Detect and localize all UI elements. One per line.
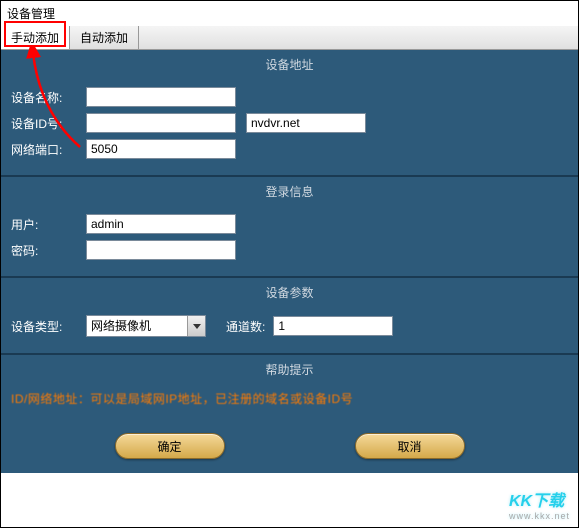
section-params: 设备类型: 网络摄像机 通道数:	[1, 305, 578, 355]
section-title-address: 设备地址	[1, 50, 578, 77]
title-bar: 设备管理	[1, 1, 578, 26]
section-title-help: 帮助提示	[1, 355, 578, 382]
password-input[interactable]	[86, 240, 236, 260]
cancel-button[interactable]: 取消	[355, 433, 465, 459]
button-row: 确定 取消	[1, 421, 578, 473]
section-title-login: 登录信息	[1, 177, 578, 204]
watermark: KK下载 www.kkx.net	[509, 487, 570, 521]
section-title-params: 设备参数	[1, 278, 578, 305]
device-id-label: 设备ID号:	[11, 115, 86, 132]
tab-manual-add[interactable]: 手动添加	[1, 26, 70, 49]
tab-strip: 手动添加 自动添加	[1, 26, 578, 50]
content-area: 设备地址 设备名称: 设备ID号: 网络端口: 登录信息 用户: 密码: 设备参…	[1, 50, 578, 473]
domain-input[interactable]	[246, 113, 366, 133]
tab-auto-add[interactable]: 自动添加	[70, 26, 139, 49]
device-name-label: 设备名称:	[11, 89, 86, 106]
port-label: 网络端口:	[11, 141, 86, 158]
channel-count-label: 通道数:	[226, 318, 265, 335]
user-label: 用户:	[11, 216, 86, 233]
device-type-select[interactable]: 网络摄像机	[86, 315, 206, 337]
window-title: 设备管理	[7, 7, 55, 21]
ok-button[interactable]: 确定	[115, 433, 225, 459]
channel-count-input[interactable]	[273, 316, 393, 336]
device-id-input[interactable]	[86, 113, 236, 133]
device-name-input[interactable]	[86, 87, 236, 107]
section-address: 设备名称: 设备ID号: 网络端口:	[1, 77, 578, 177]
user-input[interactable]	[86, 214, 236, 234]
device-type-label: 设备类型:	[11, 318, 86, 335]
password-label: 密码:	[11, 242, 86, 259]
section-login: 用户: 密码:	[1, 204, 578, 278]
port-input[interactable]	[86, 139, 236, 159]
help-text: ID/网络地址：可以是局域网IP地址，已注册的域名或设备ID号	[1, 382, 578, 421]
